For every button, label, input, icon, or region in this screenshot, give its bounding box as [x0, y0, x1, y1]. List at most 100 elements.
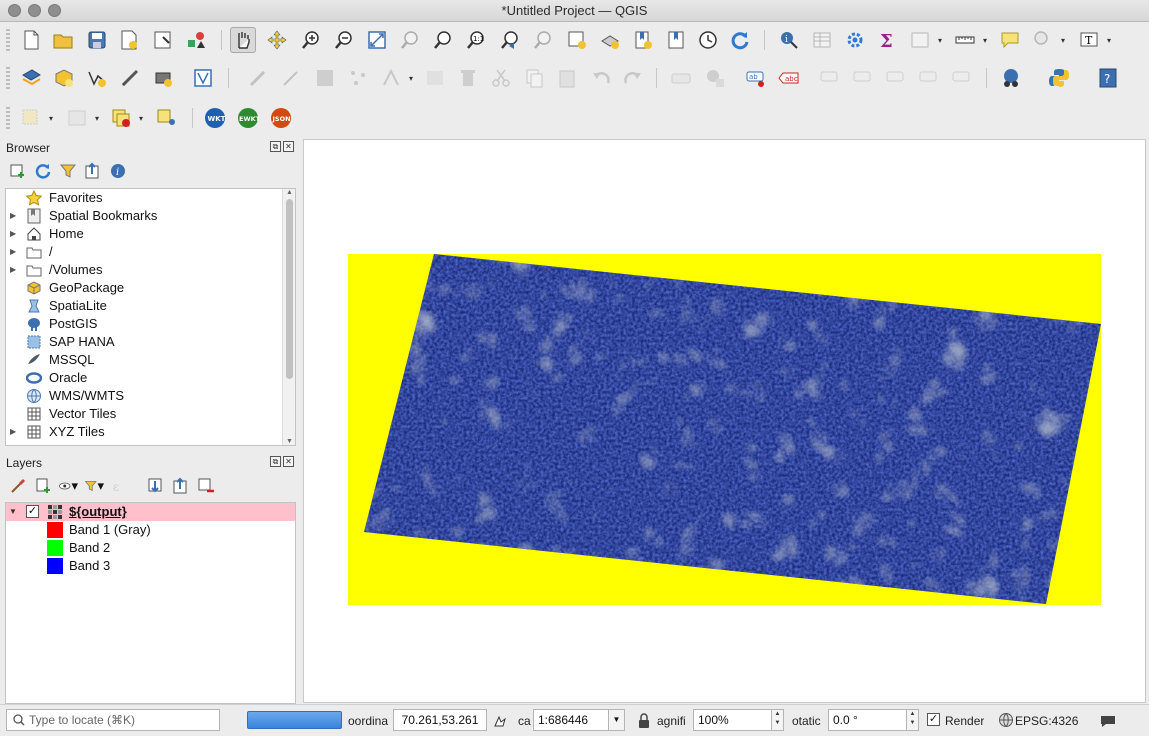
statistics-sigma-icon[interactable]: Σ [874, 27, 900, 53]
map-canvas[interactable] [303, 139, 1146, 703]
browser-item-[interactable]: ▶ / [6, 243, 295, 261]
lock-scale-icon[interactable] [637, 713, 651, 732]
zoom-in-icon[interactable] [298, 27, 324, 53]
filter-expression-icon[interactable]: ε [110, 476, 130, 496]
vertex-tool-icon[interactable]: ▾ [378, 65, 413, 91]
copy-features-icon[interactable] [521, 65, 547, 91]
label-properties-icon[interactable] [949, 65, 975, 91]
browser-item-oracle[interactable]: Oracle [6, 369, 295, 387]
ewkt-button[interactable]: EWKT [235, 105, 261, 131]
pan-map-icon[interactable] [230, 27, 256, 53]
close-panel-button[interactable]: ✕ [283, 141, 294, 152]
filter-browser-icon[interactable] [58, 161, 78, 181]
add-group-icon[interactable] [33, 476, 53, 496]
expand-arrow-icon[interactable]: ▶ [10, 423, 16, 441]
temporal-controller-icon[interactable] [695, 27, 721, 53]
digitize-icon[interactable] [345, 65, 371, 91]
add-selected-layers-icon[interactable] [8, 161, 28, 181]
zoom-selection-icon[interactable] [397, 27, 423, 53]
processing-toolbox-icon[interactable] [842, 27, 868, 53]
new-project-icon[interactable] [18, 27, 44, 53]
browser-item-spatialite[interactable]: SpatiaLite [6, 297, 295, 315]
map-search-icon[interactable]: ▾ [1030, 27, 1065, 53]
zoom-window-button[interactable] [48, 4, 61, 17]
filter-legend-icon[interactable]: ▾ [84, 476, 104, 496]
expand-all-icon[interactable] [146, 476, 166, 496]
locator-search-input[interactable]: Type to locate (⌘K) [6, 709, 220, 731]
collapse-arrow-icon[interactable]: ▼ [9, 503, 17, 521]
new-temporary-layer-icon[interactable] [117, 65, 143, 91]
select-by-value-icon[interactable]: ▾ [64, 105, 99, 131]
chevron-down-icon[interactable]: ▼ [608, 710, 624, 730]
paste-features-icon[interactable] [554, 65, 580, 91]
layer-visibility-checkbox[interactable]: ✓ [26, 505, 39, 518]
redo-icon[interactable] [620, 65, 646, 91]
expand-arrow-icon[interactable]: ▶ [10, 207, 16, 225]
open-attribute-form-icon[interactable]: ▾ [907, 27, 942, 53]
info-icon[interactable]: i [108, 161, 128, 181]
browser-item-vector-tiles[interactable]: Vector Tiles [6, 405, 295, 423]
browser-item-volumes[interactable]: ▶ /Volumes [6, 261, 295, 279]
save-edits-icon[interactable] [312, 65, 338, 91]
style-layer-icon[interactable] [8, 476, 28, 496]
legend-band-row[interactable]: Band 2 [6, 539, 295, 557]
delete-selected-icon[interactable] [455, 65, 481, 91]
label-change-icon[interactable] [916, 65, 942, 91]
print-layout-icon[interactable] [150, 27, 176, 53]
labeling-toolbar-icon[interactable] [668, 65, 694, 91]
close-panel-button[interactable]: ✕ [283, 456, 294, 467]
browser-item-geopackage[interactable]: GeoPackage [6, 279, 295, 297]
collapse-all-layers-icon[interactable] [171, 476, 191, 496]
browser-item-mssql[interactable]: MSSQL [6, 351, 295, 369]
browser-scroll-thumb[interactable] [286, 199, 293, 379]
identify-features-icon[interactable]: i [776, 27, 802, 53]
help-icon[interactable]: ? [1095, 65, 1121, 91]
label-highlight-icon[interactable]: abc [776, 65, 802, 91]
legend-band-row[interactable]: Band 3 [6, 557, 295, 575]
rotation-spinbox[interactable]: 0.0 ° ▲ ▼ [828, 709, 919, 731]
diagram-icon[interactable] [702, 65, 728, 91]
crs-button[interactable]: EPSG:4326 [1015, 714, 1078, 728]
current-edits-icon[interactable] [245, 65, 271, 91]
new-geopackage-layer-icon[interactable] [51, 65, 77, 91]
save-project-icon[interactable] [84, 27, 110, 53]
minimize-window-button[interactable] [28, 4, 41, 17]
undo-icon[interactable] [588, 65, 614, 91]
show-bookmarks-icon[interactable] [663, 27, 689, 53]
new-map-view-icon[interactable] [564, 27, 590, 53]
new-virtual-layer-icon[interactable] [150, 65, 176, 91]
new-3d-view-icon[interactable] [597, 27, 623, 53]
toggle-editing-icon[interactable] [278, 65, 304, 91]
modify-attributes-icon[interactable] [422, 65, 448, 91]
browser-item-wms-wmts[interactable]: WMS/WMTS [6, 387, 295, 405]
expand-arrow-icon[interactable]: ▶ [10, 243, 16, 261]
open-project-icon[interactable] [50, 27, 76, 53]
new-bookmark-icon[interactable] [630, 27, 656, 53]
json-button[interactable]: JSON [268, 105, 294, 131]
expand-arrow-icon[interactable]: ▶ [10, 261, 16, 279]
globe-metasearch-icon[interactable] [998, 65, 1024, 91]
float-panel-button[interactable]: ⧉ [270, 456, 281, 467]
new-shapefile-layer-icon[interactable] [84, 65, 110, 91]
zoom-next-icon[interactable] [530, 27, 556, 53]
select-by-location-icon[interactable] [153, 105, 179, 131]
expand-arrow-icon[interactable]: ▶ [10, 225, 16, 243]
render-checkbox[interactable]: ✓ [927, 713, 940, 726]
coordinate-field[interactable]: 70.261,53.261 [393, 709, 487, 731]
messages-icon[interactable] [1099, 713, 1117, 732]
measure-line-icon[interactable]: ▾ [952, 27, 987, 53]
float-panel-button[interactable]: ⧉ [270, 141, 281, 152]
extents-toggle-icon[interactable] [492, 713, 508, 732]
zoom-out-icon[interactable] [331, 27, 357, 53]
cut-features-icon[interactable] [488, 65, 514, 91]
label-pin-icon[interactable]: ab [743, 65, 769, 91]
label-move-icon[interactable] [817, 65, 843, 91]
map-tips-icon[interactable] [997, 27, 1023, 53]
zoom-full-icon[interactable] [364, 27, 390, 53]
data-source-manager-icon[interactable] [18, 65, 44, 91]
text-annotation-icon[interactable]: T ▾ [1076, 27, 1111, 53]
label-rotate-icon[interactable] [883, 65, 909, 91]
browser-item-spatial-bookmarks[interactable]: ▶ Spatial Bookmarks [6, 207, 295, 225]
pan-to-selection-icon[interactable] [264, 27, 290, 53]
zoom-last-icon[interactable] [497, 27, 523, 53]
